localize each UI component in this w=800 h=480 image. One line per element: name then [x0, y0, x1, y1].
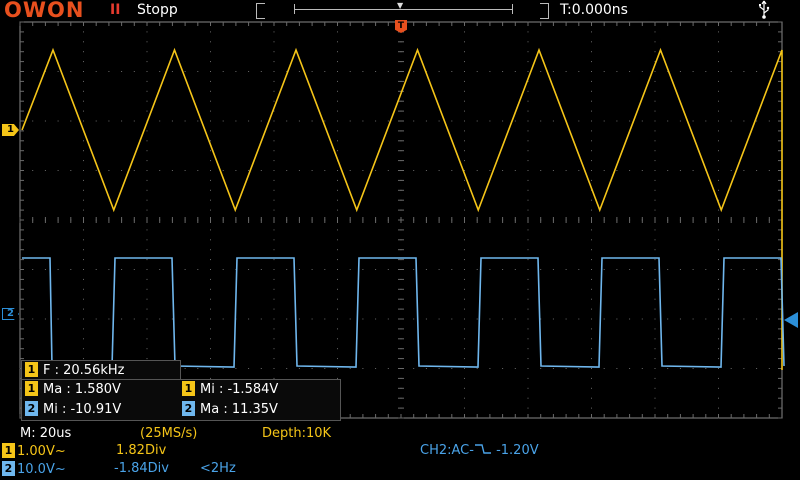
measurement-ch2-min: 2 Mi : -10.91V — [25, 400, 121, 419]
ch2-bandwidth-readout: <2Hz — [200, 461, 236, 476]
ch1-offset-readout: 1.82Div — [116, 443, 167, 458]
run-stop-icon[interactable]: II — [110, 2, 120, 18]
measurement-ch1-max: 1 Ma : 1.580V — [25, 380, 121, 399]
top-bar: OWON II Stopp ▼ T:0.000ns — [0, 0, 800, 22]
ch2-status[interactable]: 2 10.0V~ — [2, 461, 66, 477]
trigger-time-readout: T:0.000ns — [560, 2, 628, 18]
memory-window-bar[interactable]: ▼ — [256, 1, 549, 19]
ch2-waveform — [22, 257, 785, 368]
sample-rate-readout: (25MS/s) — [140, 426, 198, 441]
brand-logo: OWON — [4, 0, 85, 22]
measurement-freq-box: 1F : 20.56kHz — [21, 360, 181, 381]
run-state-label: Stopp — [137, 2, 178, 18]
measurement-ch2-max: 2 Ma : 11.35V — [182, 400, 278, 419]
falling-edge-icon — [474, 444, 491, 454]
graticule — [19, 21, 783, 419]
measurement-frequency: 1F : 20.56kHz — [25, 361, 124, 380]
ch2-offset-readout: -1.84Div — [114, 461, 169, 476]
trigger-status[interactable]: CH2:AC- -1.20V — [420, 443, 539, 458]
timebase-readout[interactable]: M: 20us — [20, 426, 71, 441]
status-bar: M: 20us (25MS/s) Depth:10K 1 1.00V~ 1.82D… — [0, 424, 800, 480]
trigger-level-arrow-icon[interactable] — [784, 312, 798, 328]
trigger-position-marker-icon: ▼ — [397, 1, 404, 10]
measurement-values-box: 1 Ma : 1.580V 1 Mi : -1.584V 2 Mi : -10.91V… — [21, 379, 341, 421]
ch1-status[interactable]: 1 1.00V~ — [2, 443, 66, 459]
measurement-ch1-min: 1 Mi : -1.584V — [182, 380, 278, 399]
usb-icon — [759, 0, 770, 19]
memory-depth-readout: Depth:10K — [262, 426, 332, 441]
